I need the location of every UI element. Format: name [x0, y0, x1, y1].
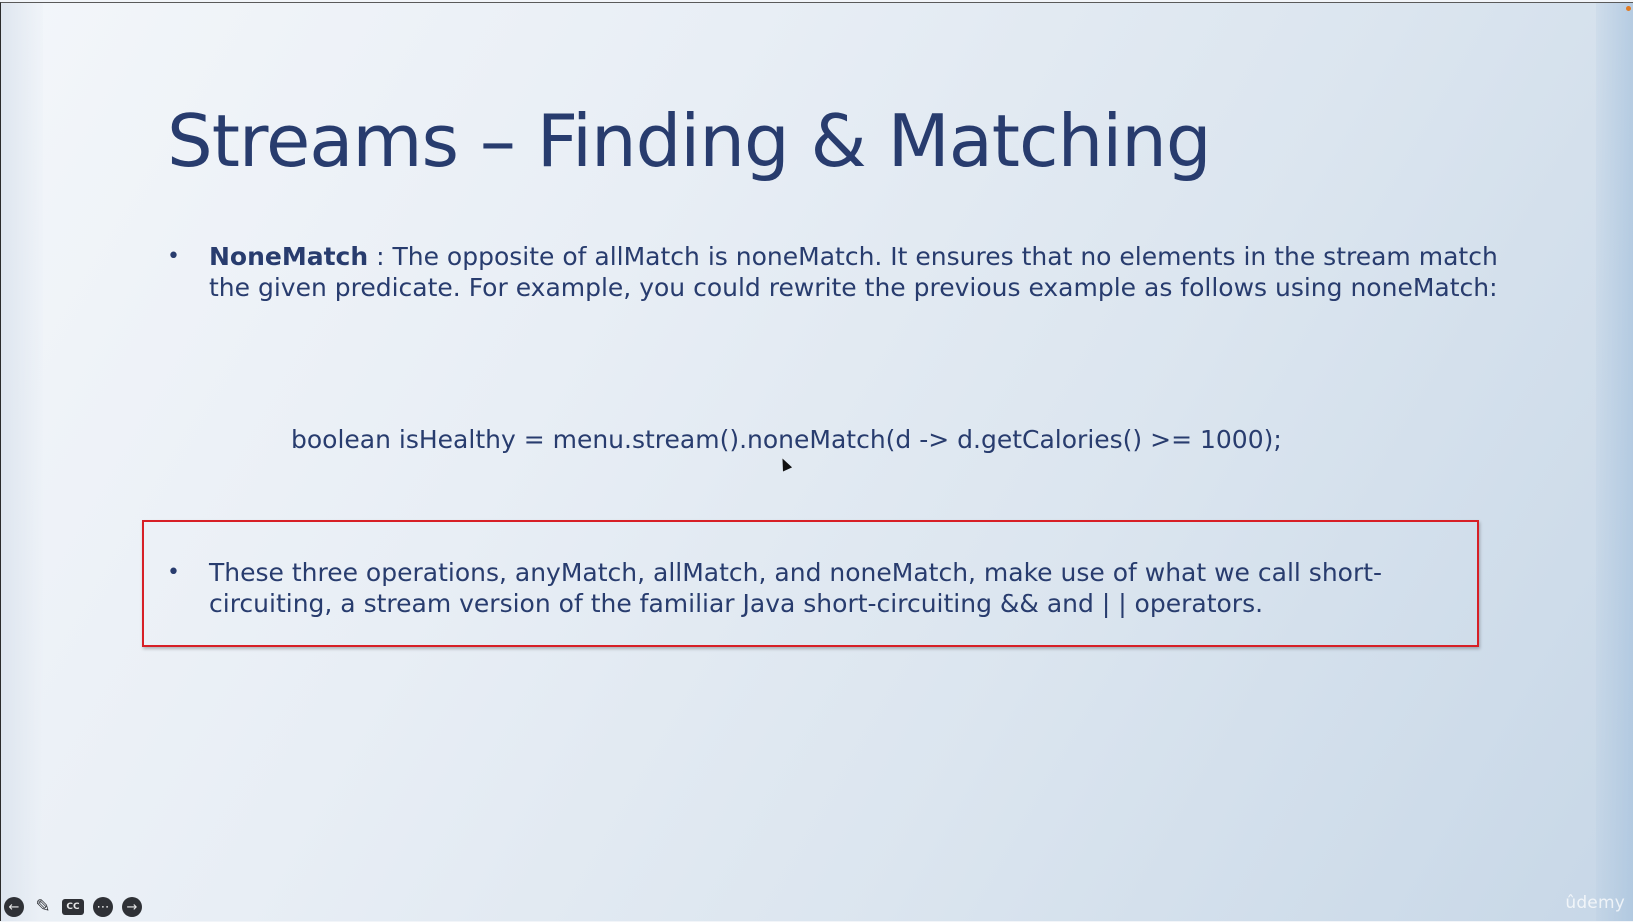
bullet-text: These three operations, anyMatch, allMat… — [209, 558, 1383, 618]
video-player: Streams – Finding & Matching • NoneMatch… — [0, 0, 1633, 922]
status-dot-icon — [1626, 6, 1631, 11]
bullet-text: NoneMatch : The opposite of allMatch is … — [209, 241, 1507, 303]
captions-button[interactable]: CC — [62, 899, 84, 915]
code-example: boolean isHealthy = menu.stream().noneMa… — [291, 425, 1282, 454]
bullet-term: NoneMatch — [209, 242, 369, 271]
slide-shade-right — [1596, 3, 1633, 921]
presentation-slide: Streams – Finding & Matching • NoneMatch… — [0, 2, 1633, 921]
bullet-marker: • — [167, 560, 180, 585]
bullet-marker: • — [167, 244, 180, 269]
slide-title: Streams – Finding & Matching — [167, 99, 1212, 183]
mouse-pointer-icon — [777, 456, 793, 472]
bullet-description: : The opposite of allMatch is noneMatch.… — [209, 242, 1498, 302]
forward-arrow-icon[interactable]: → — [122, 897, 142, 917]
bullet-short-circuit: • These three operations, anyMatch, allM… — [167, 557, 1467, 627]
more-options-icon[interactable]: ⋯ — [93, 897, 113, 917]
pen-icon[interactable]: ✎ — [33, 897, 53, 917]
bullet-nonematch: • NoneMatch : The opposite of allMatch i… — [167, 241, 1507, 341]
brand-watermark: ûdemy — [1565, 893, 1625, 913]
player-controls: ← ✎ CC ⋯ → — [4, 896, 142, 918]
slide-shade-left — [1, 3, 43, 921]
back-arrow-icon[interactable]: ← — [4, 897, 24, 917]
